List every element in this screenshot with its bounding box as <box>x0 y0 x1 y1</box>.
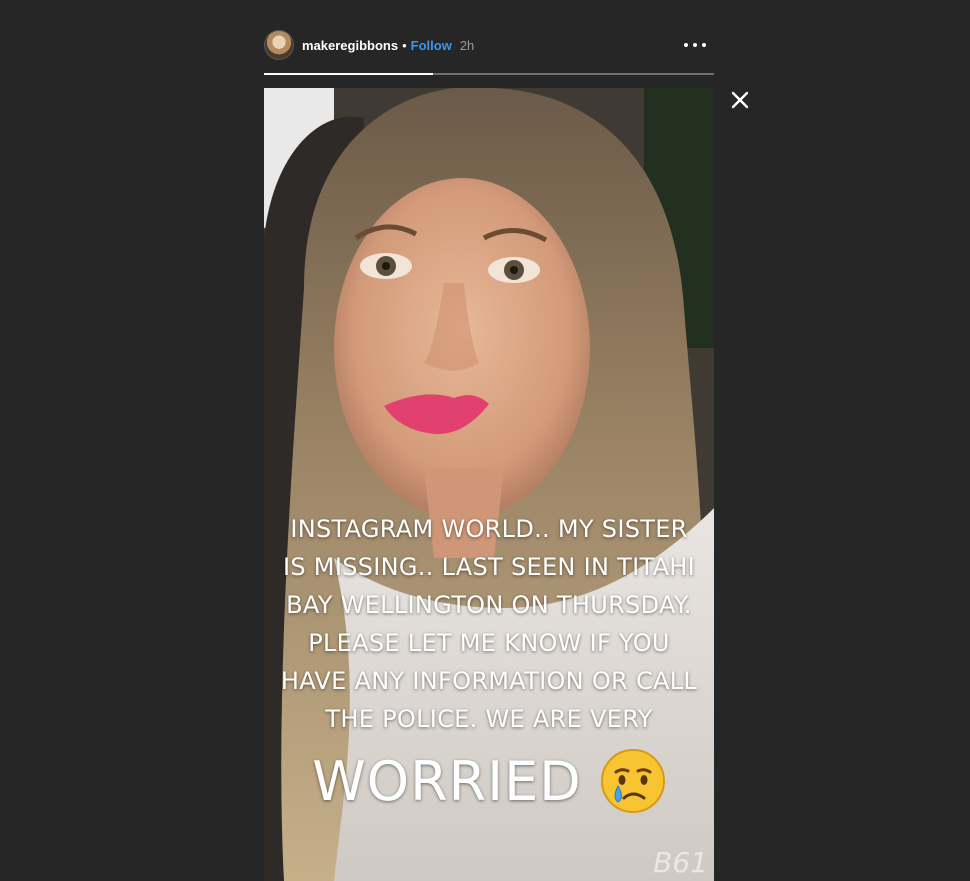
watermark-text: B61 <box>653 846 708 879</box>
caption-line: HAVE ANY INFORMATION OR CALL <box>280 667 698 695</box>
separator-dot: • <box>402 37 407 53</box>
story-caption: INSTAGRAM WORLD.. MY SISTER IS MISSING..… <box>264 510 714 738</box>
caption-worried: WORRIED <box>312 749 582 813</box>
more-options-icon[interactable] <box>684 35 706 55</box>
caption-line: INSTAGRAM WORLD.. MY SISTER <box>290 515 688 543</box>
caption-emphasis: WORRIED <box>264 748 714 814</box>
username-link[interactable]: makeregibbons <box>302 38 398 53</box>
follow-button[interactable]: Follow <box>411 38 452 53</box>
avatar[interactable] <box>264 30 294 60</box>
caption-line: THE POLICE. WE ARE VERY <box>325 705 653 733</box>
story-media[interactable]: INSTAGRAM WORLD.. MY SISTER IS MISSING..… <box>264 88 714 881</box>
caption-line: PLEASE LET ME KNOW IF YOU <box>308 629 670 657</box>
caption-line: BAY WELLINGTON ON THURSDAY. <box>286 591 692 619</box>
caption-line: IS MISSING.. LAST SEEN IN TITAHI <box>282 553 696 581</box>
story-header: makeregibbons • Follow 2h <box>264 28 714 62</box>
story-progress-bar <box>264 73 714 75</box>
timestamp: 2h <box>459 37 475 53</box>
crying-face-emoji <box>600 749 665 813</box>
story-progress-fill <box>264 73 433 75</box>
close-icon[interactable] <box>728 88 752 112</box>
